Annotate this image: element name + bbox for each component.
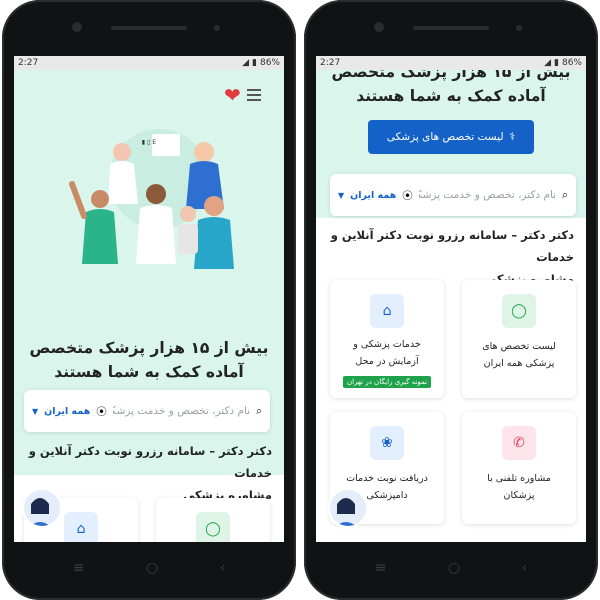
search-input[interactable]: نام دکتر، تخصص و خدمت پزشکی [419, 189, 556, 201]
sensor [214, 25, 220, 31]
recent-apps-icon[interactable]: ≡ [73, 560, 85, 576]
phone-frame-left: 2:27 ◢ ▮ 86% ❤ E ▯ ▮ بیش از ۱۵ هزار پزشک… [2, 0, 296, 600]
hero-headline-line2: آماده کمک به شما هستند [356, 87, 546, 105]
earpiece [111, 26, 187, 30]
support-avatar[interactable] [22, 488, 62, 528]
battery-level: 86% [259, 58, 280, 68]
card-label-line2: آزمایش در محل [355, 356, 419, 367]
menu-icon[interactable] [246, 89, 261, 101]
back-icon[interactable]: ‹ [522, 560, 528, 576]
card-label-line2: پزشکی همه ایران [483, 358, 555, 369]
hero-headline-line1: بیش از ۱۵ هزار پزشک متخصص [29, 339, 269, 357]
sensor [516, 25, 522, 31]
signal-icon: ◢ [544, 58, 552, 68]
battery-icon: ▮ [554, 58, 559, 68]
site-description-line1: دکتر دکتر – سامانه رزرو نوبت دکتر آنلاین… [330, 228, 574, 264]
card-phone-consult[interactable]: ✆ مشاوره تلفنی با پزشکان [462, 412, 576, 524]
signal-icon: ◢ [242, 58, 250, 68]
home-nav-icon[interactable]: ○ [146, 560, 158, 576]
search-input[interactable]: نام دکتر، تخصص و خدمت پزشکی [113, 405, 250, 417]
location-pin-icon: ⦿ [96, 405, 107, 418]
back-icon[interactable]: ‹ [220, 560, 226, 576]
search-bar[interactable]: ⌕ نام دکتر، تخصص و خدمت پزشکی ⦿ همه ایرا… [24, 390, 270, 432]
earpiece [413, 26, 489, 30]
heart-logo-icon[interactable]: ❤ [224, 85, 241, 105]
battery-level: 86% [561, 58, 582, 68]
card-label-line1: دریافت نوبت خدمات [346, 473, 428, 484]
screen-scrolled: 2:27 ◢ ▮ 86% بیش از ۱۵ هزار پزشک متخصص آ… [316, 56, 586, 542]
status-bar: 2:27 ◢ ▮ 86% [316, 56, 586, 70]
phone-icon: ✆ [502, 426, 536, 460]
recent-apps-icon[interactable]: ≡ [375, 560, 387, 576]
search-icon[interactable]: ⌕ [256, 405, 262, 418]
card-label-line2: پزشکان [503, 490, 535, 501]
android-nav-bar: ≡ ○ ‹ [2, 542, 296, 600]
card-label-line1: خدمات پزشکی و [353, 339, 421, 350]
svg-text:E ▯ ▮: E ▯ ▮ [142, 139, 156, 146]
chevron-down-icon[interactable]: ▼ [338, 191, 344, 200]
android-nav-bar: ≡ ○ ‹ [304, 542, 598, 600]
search-icon[interactable]: ⌕ [562, 189, 568, 202]
support-avatar[interactable] [328, 488, 368, 528]
person-icon: ◯ [502, 294, 536, 328]
phone-frame-right: 2:27 ◢ ▮ 86% بیش از ۱۵ هزار پزشک متخصص آ… [304, 0, 598, 600]
location-pin-icon: ⦿ [402, 189, 413, 202]
card-specialties[interactable]: ◯ لیست تخصص های پزشکی همه ایران [462, 280, 576, 398]
specialties-list-label: لیست تخصص های پزشکی [386, 131, 504, 143]
app-showcase: 2:27 ◢ ▮ 86% ❤ E ▯ ▮ بیش از ۱۵ هزار پزشک… [0, 0, 600, 600]
support-agent-icon [30, 498, 50, 526]
doctors-illustration: E ▯ ▮ [69, 129, 234, 269]
site-description-line1: دکتر دکتر – سامانه رزرو نوبت دکتر آنلاین… [28, 444, 272, 480]
home-nav-icon[interactable]: ○ [448, 560, 460, 576]
stethoscope-icon: ⚕ [509, 131, 516, 143]
city-selector[interactable]: همه ایران [350, 190, 396, 201]
hero-headline-line2: آماده کمک به شما هستند [54, 363, 244, 381]
search-bar[interactable]: ⌕ نام دکتر، تخصص و خدمت پزشکی ⦿ همه ایرا… [330, 174, 576, 216]
person-icon: ◯ [196, 512, 230, 542]
city-selector[interactable]: همه ایران [44, 406, 90, 417]
specialties-list-button[interactable]: ⚕ لیست تخصص های پزشکی [368, 120, 534, 154]
front-camera [374, 22, 384, 32]
screen-home: 2:27 ◢ ▮ 86% ❤ E ▯ ▮ بیش از ۱۵ هزار پزشک… [14, 56, 284, 542]
card-specialties[interactable]: ◯ [156, 498, 270, 542]
home-medical-icon: ⌂ [370, 294, 404, 328]
free-sampling-badge: نمونه گیری رایگان در تهران [342, 376, 432, 388]
paw-icon: ❀ [370, 426, 404, 460]
status-time: 2:27 [18, 58, 39, 68]
battery-icon: ▮ [252, 58, 257, 68]
card-label-line1: لیست تخصص های [482, 341, 556, 352]
card-home-services[interactable]: ⌂ خدمات پزشکی و آزمایش در محل نمونه گیری… [330, 280, 444, 398]
support-agent-icon [336, 498, 356, 526]
card-label-line1: مشاوره تلفنی با [487, 473, 551, 484]
status-time: 2:27 [320, 58, 341, 68]
chevron-down-icon[interactable]: ▼ [32, 407, 38, 416]
home-medical-icon: ⌂ [64, 512, 98, 542]
front-camera [72, 22, 82, 32]
status-bar: 2:27 ◢ ▮ 86% [14, 56, 284, 70]
